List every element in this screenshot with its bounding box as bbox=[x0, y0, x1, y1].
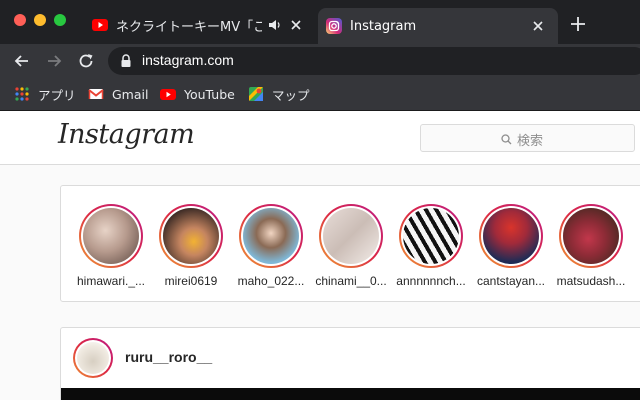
tab-youtube[interactable]: ネクライトーキーMV「こんが bbox=[84, 8, 316, 42]
bookmark-label: YouTube bbox=[184, 86, 235, 102]
post-avatar-image bbox=[77, 342, 109, 374]
bookmarks-bar: アプリ Gmail YouTube マップ bbox=[0, 78, 640, 111]
bookmark-label: マップ bbox=[272, 87, 310, 103]
story-username: matsudash... bbox=[556, 274, 626, 288]
bookmark-label: Gmail bbox=[112, 86, 149, 102]
reload-icon[interactable] bbox=[76, 51, 96, 71]
story-username: chinami__0... bbox=[315, 274, 387, 288]
gmail-icon bbox=[88, 89, 104, 99]
bookmark-maps[interactable]: マップ bbox=[248, 84, 310, 104]
post-image[interactable] bbox=[61, 388, 640, 400]
url-text: instagram.com bbox=[142, 52, 234, 68]
bookmark-apps[interactable]: アプリ bbox=[14, 84, 76, 104]
maps-icon bbox=[249, 87, 263, 101]
story-item[interactable]: cantstayan... bbox=[471, 204, 551, 288]
story-item[interactable]: chinami__0... bbox=[311, 204, 391, 288]
bookmark-youtube[interactable]: YouTube bbox=[160, 84, 235, 104]
story-ring bbox=[79, 204, 143, 268]
story-item[interactable]: matsudash... bbox=[551, 204, 631, 288]
back-arrow-icon[interactable] bbox=[12, 51, 32, 71]
stories-tray: himawari._... mirei0619 maho_022... chin… bbox=[60, 185, 640, 302]
search-placeholder-wrap: 検索 bbox=[501, 130, 543, 149]
close-tab-icon[interactable] bbox=[288, 17, 304, 33]
story-item[interactable]: mirei0619 bbox=[151, 204, 231, 288]
new-tab-icon[interactable] bbox=[568, 14, 588, 34]
apps-grid-icon bbox=[15, 87, 29, 101]
post-username[interactable]: ruru__roro__ bbox=[125, 349, 212, 365]
story-item[interactable]: annnnnnch... bbox=[391, 204, 471, 288]
close-window-button[interactable] bbox=[14, 14, 26, 26]
bookmark-gmail[interactable]: Gmail bbox=[88, 84, 148, 104]
story-username: cantstayan... bbox=[476, 274, 546, 288]
instagram-logo[interactable]: Instagram bbox=[58, 119, 195, 150]
story-ring bbox=[319, 204, 383, 268]
story-avatar bbox=[243, 208, 299, 264]
forward-arrow-icon[interactable] bbox=[44, 51, 64, 71]
address-bar[interactable]: instagram.com bbox=[108, 47, 640, 75]
story-username: mirei0619 bbox=[164, 274, 218, 288]
story-item[interactable]: maho_022... bbox=[231, 204, 311, 288]
lock-icon[interactable] bbox=[120, 54, 132, 68]
story-avatar bbox=[323, 208, 379, 264]
youtube-icon bbox=[160, 89, 176, 100]
search-icon bbox=[501, 134, 512, 145]
story-ring bbox=[479, 204, 543, 268]
search-input[interactable]: 検索 bbox=[420, 124, 635, 152]
speaker-icon[interactable] bbox=[268, 18, 282, 32]
feed-post: ruru__roro__ bbox=[60, 327, 640, 400]
story-avatar bbox=[83, 208, 139, 264]
story-avatar bbox=[403, 208, 459, 264]
story-username: himawari._... bbox=[76, 274, 146, 288]
tab-title: Instagram bbox=[350, 18, 417, 34]
story-username: annnnnnch... bbox=[396, 274, 466, 288]
minimize-window-button[interactable] bbox=[34, 14, 46, 26]
tab-title: ネクライトーキーMV「こんが bbox=[116, 19, 262, 35]
story-ring bbox=[239, 204, 303, 268]
story-avatar bbox=[163, 208, 219, 264]
post-avatar[interactable] bbox=[73, 338, 113, 378]
tab-strip: ネクライトーキーMV「こんが bbox=[0, 0, 640, 44]
youtube-icon bbox=[92, 19, 108, 31]
story-username: maho_022... bbox=[237, 274, 305, 288]
search-placeholder: 検索 bbox=[517, 134, 544, 149]
instagram-icon bbox=[326, 18, 342, 34]
bookmark-label: アプリ bbox=[38, 87, 76, 103]
story-avatar bbox=[563, 208, 619, 264]
instagram-header: Instagram 検索 bbox=[0, 111, 640, 165]
story-avatar bbox=[483, 208, 539, 264]
close-tab-icon[interactable] bbox=[530, 18, 546, 34]
tab-instagram[interactable]: Instagram bbox=[318, 8, 558, 44]
story-ring bbox=[159, 204, 223, 268]
maximize-window-button[interactable] bbox=[54, 14, 66, 26]
story-ring bbox=[399, 204, 463, 268]
story-ring bbox=[559, 204, 623, 268]
browser-toolbar: instagram.com bbox=[0, 44, 640, 78]
story-item[interactable]: himawari._... bbox=[71, 204, 151, 288]
browser-chrome: ネクライトーキーMV「こんが bbox=[0, 0, 640, 111]
